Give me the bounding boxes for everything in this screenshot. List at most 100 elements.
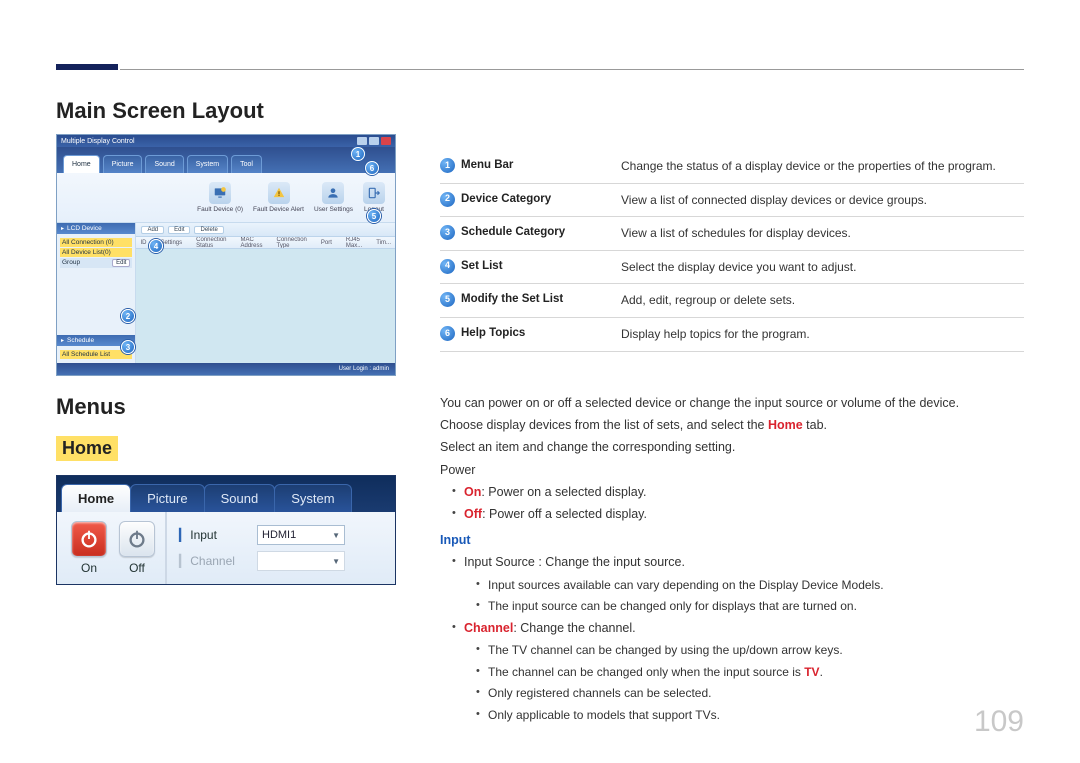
para: Select an item and change the correspond…	[440, 438, 1024, 457]
toolbar-delete-button[interactable]: Delete	[194, 226, 223, 234]
logout-icon	[363, 182, 385, 204]
power-on-label: On	[81, 561, 97, 575]
legend-number-icon: 1	[440, 158, 455, 173]
mdc-statusbar: User Login : admin	[57, 363, 395, 375]
text: : Power off a selected display.	[482, 507, 647, 521]
ribbon-fault-alert[interactable]: Fault Device Alert	[253, 182, 304, 213]
list-item: On: Power on a selected display.	[450, 483, 1024, 502]
legend-desc: View a list of connected display devices…	[621, 191, 1024, 210]
keyword-off: Off	[464, 507, 482, 521]
home-tab-sound[interactable]: Sound	[204, 484, 276, 512]
callout-5: 5	[367, 209, 381, 223]
col: ID	[140, 240, 146, 246]
set-list-area[interactable]	[136, 249, 395, 363]
tab-system[interactable]: System	[187, 155, 228, 173]
tab-sound[interactable]: Sound	[145, 155, 183, 173]
chevron-down-icon: ▼	[332, 531, 340, 540]
legend-table: 1 Menu Bar Change the status of a displa…	[440, 150, 1024, 352]
legend-desc: Select the display device you want to ad…	[621, 258, 1024, 277]
callout-3: 3	[121, 340, 135, 354]
ribbon-user-settings[interactable]: User Settings	[314, 182, 353, 213]
input-label: Input	[179, 528, 249, 542]
legend-term: Set List	[461, 258, 621, 276]
text: tab.	[803, 418, 827, 432]
user-icon	[322, 182, 344, 204]
home-tab-picture[interactable]: Picture	[130, 484, 204, 512]
list-item: Channel: Change the channel. The TV chan…	[450, 619, 1024, 725]
para-power: Power	[440, 461, 1024, 480]
home-tab-system[interactable]: System	[274, 484, 351, 512]
list-item: Input Source : Change the input source. …	[450, 553, 1024, 616]
win-close-icon[interactable]	[381, 137, 391, 145]
text: The channel can be changed only when the…	[488, 665, 804, 679]
mdc-menu-bar: Home Picture Sound System Tool	[57, 147, 395, 173]
ribbon-label: Fault Device (0)	[197, 206, 243, 213]
ribbon-fault-device[interactable]: Fault Device (0)	[197, 182, 243, 213]
power-on-button[interactable]	[71, 521, 107, 557]
mdc-window: Multiple Display Control Home Picture So…	[56, 134, 396, 376]
list-item: Off: Power off a selected display.	[450, 505, 1024, 524]
home-tab-home[interactable]: Home	[61, 484, 131, 512]
toolbar-edit-button[interactable]: Edit	[168, 226, 190, 234]
win-min-icon[interactable]	[357, 137, 367, 145]
keyword-channel: Channel	[464, 621, 513, 635]
sidebar-all-connection[interactable]: All Connection (0)	[60, 238, 132, 247]
legend-desc: Add, edit, regroup or delete sets.	[621, 291, 1024, 310]
sidebar-all-device-list[interactable]: All Device List(0)	[60, 248, 132, 257]
keyword-on: On	[464, 485, 481, 499]
accent-bar	[56, 64, 118, 70]
sidebar-group-edit-button[interactable]: Edit	[112, 259, 130, 267]
legend-row: 3 Schedule Category View a list of sched…	[440, 217, 1024, 251]
input-select[interactable]: HDMI1 ▼	[257, 525, 345, 545]
heading-home: Home	[56, 436, 118, 461]
monitor-warning-icon	[209, 182, 231, 204]
sub-list-item: The input source can be changed only for…	[474, 597, 1024, 616]
legend-term: Menu Bar	[461, 157, 621, 175]
legend-row: 2 Device Category View a list of connect…	[440, 184, 1024, 218]
sidebar-device-header[interactable]: LCD Device	[57, 223, 135, 234]
sidebar-group-row: Group Edit	[60, 258, 132, 268]
col: Port	[321, 240, 332, 246]
sub-list-item: The channel can be changed only when the…	[474, 663, 1024, 682]
col: Settings	[160, 240, 182, 246]
col: RJ45 Max...	[346, 237, 362, 249]
legend-desc: Display help topics for the program.	[621, 325, 1024, 344]
sub-list-item: Only registered channels can be selected…	[474, 684, 1024, 703]
tab-tool[interactable]: Tool	[231, 155, 262, 173]
set-list-toolbar: Add Edit Delete	[136, 223, 395, 237]
col: MAC Address	[241, 237, 263, 249]
legend-row: 4 Set List Select the display device you…	[440, 251, 1024, 285]
set-list-columns: ID Settings Connection Status MAC Addres…	[136, 237, 395, 249]
text: Input Source : Change the input source.	[464, 555, 685, 569]
callout-2: 2	[121, 309, 135, 323]
power-off-button[interactable]	[119, 521, 155, 557]
keyword-input: Input	[440, 533, 471, 547]
top-rule	[120, 69, 1024, 70]
callout-1: 1	[351, 147, 365, 161]
legend-row: 6 Help Topics Display help topics for th…	[440, 318, 1024, 352]
keyword-tv: TV	[804, 665, 819, 679]
home-tabs: Home Picture Sound System	[57, 476, 395, 512]
tab-home[interactable]: Home	[63, 155, 100, 173]
channel-select: ▼	[257, 551, 345, 571]
mdc-title: Multiple Display Control	[61, 138, 135, 145]
legend-number-icon: 5	[440, 292, 455, 307]
legend-number-icon: 3	[440, 225, 455, 240]
body-text: You can power on or off a selected devic…	[440, 394, 1024, 725]
legend-term: Modify the Set List	[461, 291, 621, 309]
win-max-icon[interactable]	[369, 137, 379, 145]
sub-list-item: Input sources available can vary dependi…	[474, 576, 1024, 595]
text: Choose display devices from the list of …	[440, 418, 768, 432]
power-icon	[78, 528, 100, 550]
alert-icon	[268, 182, 290, 204]
para: Choose display devices from the list of …	[440, 416, 1024, 435]
legend-number-icon: 4	[440, 259, 455, 274]
tab-picture[interactable]: Picture	[103, 155, 143, 173]
para: You can power on or off a selected devic…	[440, 394, 1024, 413]
text: : Change the channel.	[513, 621, 635, 635]
legend-term: Schedule Category	[461, 224, 621, 242]
heading-menus: Menus	[56, 394, 396, 420]
toolbar-add-button[interactable]: Add	[141, 226, 164, 234]
text: : Power on a selected display.	[481, 485, 646, 499]
sub-list-item: Only applicable to models that support T…	[474, 706, 1024, 725]
